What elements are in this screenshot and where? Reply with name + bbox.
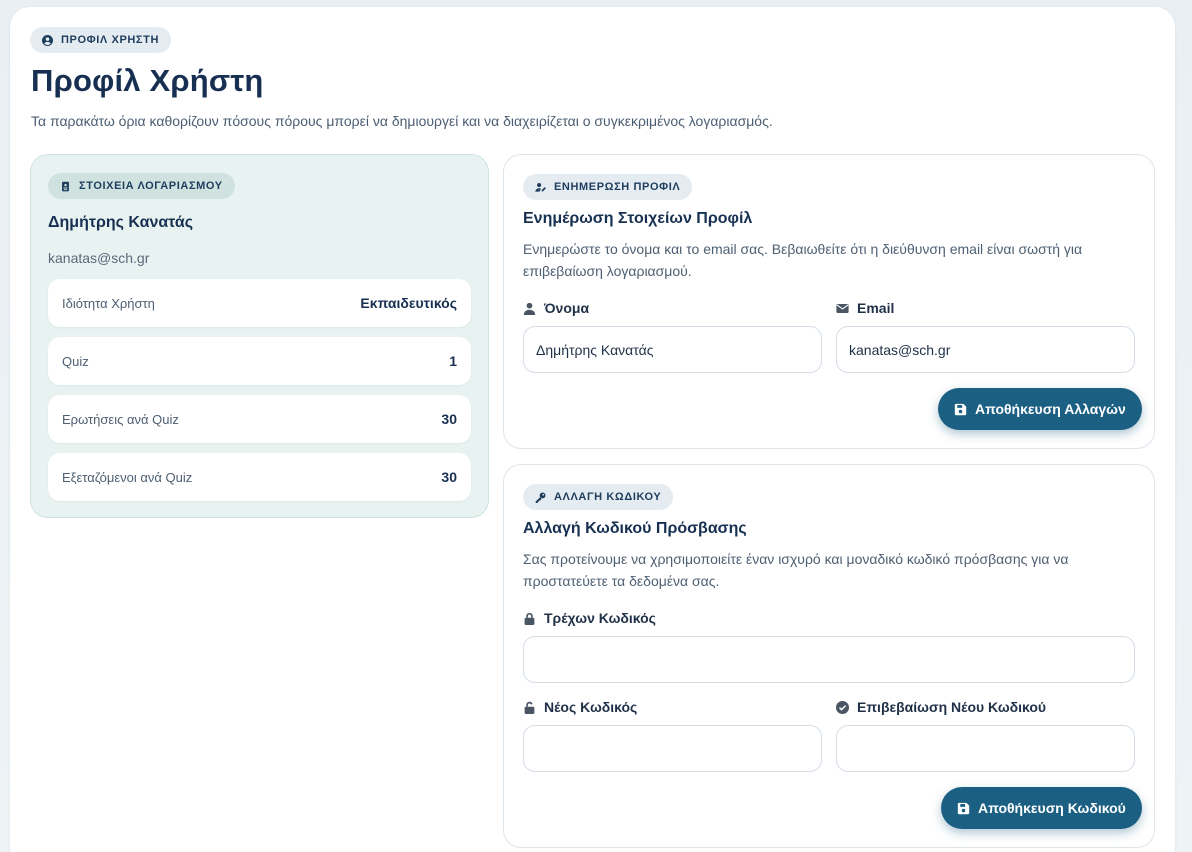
account-info-card: ΣΤΟΙΧΕΙΑ ΛΟΓΑΡΙΑΣΜΟΥ Δημήτρης Κανατάς ka…	[30, 154, 489, 518]
envelope-icon	[836, 303, 849, 313]
profile-update-badge: ΕΝΗΜΕΡΩΣΗ ΠΡΟΦΙΛ	[523, 174, 693, 200]
name-field-label: Όνομα	[523, 300, 589, 316]
confirm-password-label: Επιβεβαίωση Νέου Κωδικού	[836, 699, 1046, 715]
password-change-card: ΑΛΛΑΓΗ ΚΩΔΙΚΟΥ Αλλαγή Κωδικού Πρόσβασης …	[503, 464, 1155, 848]
current-password-label-text: Τρέχων Κωδικός	[544, 610, 656, 626]
save-icon	[957, 802, 970, 814]
save-icon	[954, 403, 967, 415]
account-badge-label: ΣΤΟΙΧΕΙΑ ΛΟΓΑΡΙΑΣΜΟΥ	[79, 180, 223, 192]
stat-label: Quiz	[62, 353, 89, 369]
password-change-title: Αλλαγή Κωδικού Πρόσβασης	[523, 520, 747, 537]
stat-row-questions-per-quiz: Ερωτήσεις ανά Quiz 30	[48, 395, 471, 443]
current-password-label: Τρέχων Κωδικός	[523, 610, 656, 626]
profile-badge: ΠΡΟΦΙΛ ΧΡΗΣΤΗ	[30, 27, 171, 53]
account-badge: ΣΤΟΙΧΕΙΑ ΛΟΓΑΡΙΑΣΜΟΥ	[48, 173, 235, 199]
profile-update-title: Ενημέρωση Στοιχείων Προφίλ	[523, 210, 753, 227]
stat-value: 30	[441, 411, 457, 427]
profile-badge-label: ΠΡΟΦΙΛ ΧΡΗΣΤΗ	[61, 34, 159, 46]
stat-row-examinees-per-quiz: Εξεταζόμενοι ανά Quiz 30	[48, 453, 471, 501]
password-change-badge: ΑΛΛΑΓΗ ΚΩΔΙΚΟΥ	[523, 484, 674, 510]
stat-value: 30	[441, 469, 457, 485]
stat-row-quiz: Quiz 1	[48, 337, 471, 385]
new-password-label-text: Νέος Κωδικός	[544, 699, 638, 715]
password-change-description: Σας προτείνουμε να χρησιμοποιείτε έναν ι…	[523, 551, 1069, 589]
user-circle-icon	[42, 34, 53, 46]
save-profile-button[interactable]: Αποθήκευση Αλλαγών	[938, 388, 1142, 430]
page-description: Τα παρακάτω όρια καθορίζουν πόσους πόρου…	[31, 113, 773, 129]
page-title: Προφίλ Χρήστη	[31, 63, 264, 98]
password-change-badge-label: ΑΛΛΑΓΗ ΚΩΔΙΚΟΥ	[554, 491, 662, 503]
email-field-label: Email	[836, 300, 894, 316]
profile-page: ΠΡΟΦΙΛ ΧΡΗΣΤΗ Προφίλ Χρήστη Τα παρακάτω …	[10, 7, 1175, 852]
save-password-label: Αποθήκευση Κωδικού	[978, 800, 1126, 816]
confirm-password-label-text: Επιβεβαίωση Νέου Κωδικού	[857, 699, 1047, 715]
user-icon	[523, 302, 536, 315]
stat-label: Ιδιότητα Χρήστη	[62, 295, 155, 311]
stat-value: 1	[449, 353, 457, 369]
account-email: kanatas@sch.gr	[48, 250, 150, 266]
unlock-icon	[524, 701, 535, 714]
email-label-text: Email	[857, 300, 895, 316]
confirm-password-input[interactable]	[836, 725, 1135, 772]
stat-row-user-role: Ιδιότητα Χρήστη Εκπαιδευτικός	[48, 279, 471, 327]
stat-value: Εκπαιδευτικός	[360, 295, 457, 311]
stat-label: Ερωτήσεις ανά Quiz	[62, 411, 179, 427]
new-password-input[interactable]	[523, 725, 822, 772]
check-circle-icon	[836, 700, 849, 714]
key-icon	[535, 492, 546, 503]
account-name: Δημήτρης Κανατάς	[48, 214, 194, 231]
save-profile-label: Αποθήκευση Αλλαγών	[975, 401, 1126, 417]
name-label-text: Όνομα	[544, 300, 590, 316]
name-input[interactable]	[523, 326, 822, 373]
save-password-button[interactable]: Αποθήκευση Κωδικού	[941, 787, 1142, 829]
profile-update-description: Ενημερώστε το όνομα και το email σας. Βε…	[523, 241, 1083, 279]
current-password-input[interactable]	[523, 636, 1135, 683]
stat-label: Εξεταζόμενοι ανά Quiz	[62, 469, 193, 485]
new-password-label: Νέος Κωδικός	[523, 699, 637, 715]
profile-update-card: ΕΝΗΜΕΡΩΣΗ ΠΡΟΦΙΛ Ενημέρωση Στοιχείων Προ…	[503, 154, 1155, 449]
profile-update-badge-label: ΕΝΗΜΕΡΩΣΗ ΠΡΟΦΙΛ	[554, 181, 681, 193]
user-edit-icon	[535, 182, 546, 192]
email-input[interactable]	[836, 326, 1135, 373]
id-card-icon	[62, 181, 69, 191]
lock-icon	[524, 612, 535, 625]
